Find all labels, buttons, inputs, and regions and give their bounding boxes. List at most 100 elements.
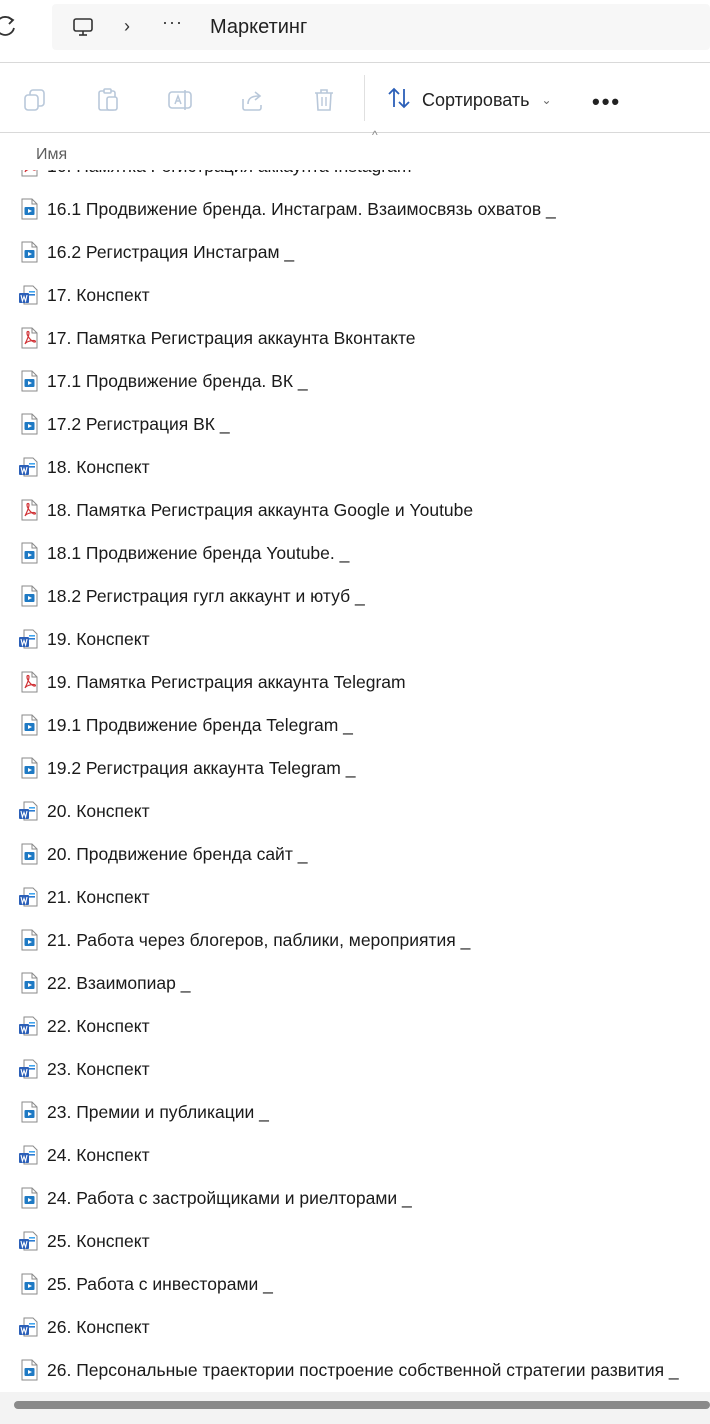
video-file-icon: [18, 198, 40, 220]
file-row[interactable]: 18.2 Регистрация гугл аккаунт и ютуб _: [0, 575, 710, 618]
file-row[interactable]: 25. Работа с инвесторами _: [0, 1263, 710, 1306]
paste-icon[interactable]: [95, 87, 121, 113]
word-document-icon: [18, 1230, 40, 1252]
file-name: 18.2 Регистрация гугл аккаунт и ютуб _: [47, 586, 365, 606]
file-row[interactable]: 24. Конспект: [0, 1134, 710, 1177]
divider: [0, 132, 710, 133]
video-file-icon: [18, 542, 40, 564]
file-name: 24. Работа с застройщиками и риелторами …: [47, 1188, 412, 1208]
command-bar: Сортировать ⌄ •••: [0, 63, 710, 133]
file-name: 23. Конспект: [47, 1059, 150, 1079]
file-explorer-window: › ··· Маркетинг Сортировать ⌄ ••• ^ Имя …: [0, 0, 710, 1424]
breadcrumb-more-button[interactable]: ···: [162, 12, 183, 33]
sort-label: Сортировать: [422, 89, 530, 110]
video-file-icon: [18, 843, 40, 865]
file-row[interactable]: 16.2 Регистрация Инстаграм _: [0, 231, 710, 274]
copy-icon[interactable]: [22, 87, 48, 113]
file-name: 18.1 Продвижение бренда Youtube. _: [47, 543, 350, 563]
file-name: 16.2 Регистрация Инстаграм _: [47, 242, 295, 262]
file-row[interactable]: 19.2 Регистрация аккаунта Telegram _: [0, 747, 710, 790]
video-file-icon: [18, 413, 40, 435]
file-row[interactable]: 19. Конспект: [0, 618, 710, 661]
file-row[interactable]: 20. Продвижение бренда сайт _: [0, 833, 710, 876]
file-name: 22. Взаимопиар _: [47, 973, 191, 993]
toolbar-separator: [364, 75, 365, 121]
video-file-icon: [18, 1101, 40, 1123]
file-name: 16. Памятка Регистрация аккаунта Instagr…: [47, 170, 411, 177]
video-file-icon: [18, 241, 40, 263]
file-name: 26. Конспект: [47, 1317, 150, 1337]
file-row[interactable]: 22. Взаимопиар _: [0, 962, 710, 1005]
file-row[interactable]: 20. Конспект: [0, 790, 710, 833]
video-file-icon: [18, 585, 40, 607]
file-name: 24. Конспект: [47, 1145, 150, 1165]
file-list: 16. Памятка Регистрация аккаунта Instagr…: [0, 170, 710, 1388]
file-row[interactable]: 16.1 Продвижение бренда. Инстаграм. Взаи…: [0, 188, 710, 231]
file-name: 22. Конспект: [47, 1016, 150, 1036]
pdf-file-icon: [18, 499, 40, 521]
file-row[interactable]: 18. Памятка Регистрация аккаунта Google …: [0, 489, 710, 532]
file-name: 25. Конспект: [47, 1231, 150, 1251]
rename-icon[interactable]: [167, 87, 193, 113]
file-name: 19. Памятка Регистрация аккаунта Telegra…: [47, 672, 406, 692]
file-row[interactable]: 23. Премии и публикации _: [0, 1091, 710, 1134]
address-bar: › ··· Маркетинг: [0, 0, 710, 62]
word-document-icon: [18, 628, 40, 650]
video-file-icon: [18, 929, 40, 951]
file-name: 20. Продвижение бренда сайт _: [47, 844, 308, 864]
file-row[interactable]: 21. Конспект: [0, 876, 710, 919]
file-row[interactable]: 21. Работа через блогеров, паблики, меро…: [0, 919, 710, 962]
file-row[interactable]: 17. Памятка Регистрация аккаунта Вконтак…: [0, 317, 710, 360]
word-document-icon: [18, 1015, 40, 1037]
see-more-button[interactable]: •••: [592, 89, 621, 115]
file-name: 19. Конспект: [47, 629, 150, 649]
column-header-name[interactable]: Имя: [36, 146, 67, 164]
file-name: 17. Конспект: [47, 285, 150, 305]
file-row[interactable]: 17.2 Регистрация ВК _: [0, 403, 710, 446]
pdf-file-icon: [18, 671, 40, 693]
file-name: 17.2 Регистрация ВК _: [47, 414, 230, 434]
horizontal-scrollbar-thumb[interactable]: [14, 1401, 710, 1409]
video-file-icon: [18, 1273, 40, 1295]
file-row[interactable]: 23. Конспект: [0, 1048, 710, 1091]
file-row[interactable]: 16. Памятка Регистрация аккаунта Instagr…: [0, 170, 710, 188]
delete-icon[interactable]: [311, 87, 337, 113]
share-icon[interactable]: [240, 87, 266, 113]
file-row[interactable]: 24. Работа с застройщиками и риелторами …: [0, 1177, 710, 1220]
file-name: 19.2 Регистрация аккаунта Telegram _: [47, 758, 356, 778]
file-name: 18. Конспект: [47, 457, 150, 477]
chevron-down-icon: ⌄: [541, 93, 552, 107]
file-row[interactable]: 19. Памятка Регистрация аккаунта Telegra…: [0, 661, 710, 704]
file-name: 16.1 Продвижение бренда. Инстаграм. Взаи…: [47, 199, 556, 219]
file-row[interactable]: 19.1 Продвижение бренда Telegram _: [0, 704, 710, 747]
file-row[interactable]: 18.1 Продвижение бренда Youtube. _: [0, 532, 710, 575]
file-name: 21. Работа через блогеров, паблики, меро…: [47, 930, 471, 950]
file-name: 25. Работа с инвесторами _: [47, 1274, 273, 1294]
video-file-icon: [18, 370, 40, 392]
video-file-icon: [18, 757, 40, 779]
file-name: 26. Персональные траектории построение с…: [47, 1360, 679, 1380]
word-document-icon: [18, 1316, 40, 1338]
file-name: 17. Памятка Регистрация аккаунта Вконтак…: [47, 328, 416, 348]
refresh-icon[interactable]: [0, 12, 18, 40]
file-name: 21. Конспект: [47, 887, 150, 907]
file-row[interactable]: 26. Персональные траектории построение с…: [0, 1349, 710, 1388]
video-file-icon: [18, 1187, 40, 1209]
video-file-icon: [18, 1359, 40, 1381]
file-row[interactable]: 25. Конспект: [0, 1220, 710, 1263]
breadcrumb-current-folder[interactable]: Маркетинг: [210, 16, 307, 39]
file-row[interactable]: 17.1 Продвижение бренда. ВК _: [0, 360, 710, 403]
breadcrumb[interactable]: › ··· Маркетинг: [52, 4, 710, 50]
word-document-icon: [18, 284, 40, 306]
file-row[interactable]: 17. Конспект: [0, 274, 710, 317]
this-pc-icon[interactable]: [72, 16, 94, 38]
video-file-icon: [18, 972, 40, 994]
file-name: 18. Памятка Регистрация аккаунта Google …: [47, 500, 474, 520]
chevron-right-icon[interactable]: ›: [124, 16, 130, 37]
file-row[interactable]: 18. Конспект: [0, 446, 710, 489]
sort-ascending-icon: ^: [372, 128, 378, 142]
pdf-file-icon: [18, 327, 40, 349]
file-row[interactable]: 26. Конспект: [0, 1306, 710, 1349]
file-row[interactable]: 22. Конспект: [0, 1005, 710, 1048]
sort-button[interactable]: Сортировать ⌄: [386, 87, 552, 113]
